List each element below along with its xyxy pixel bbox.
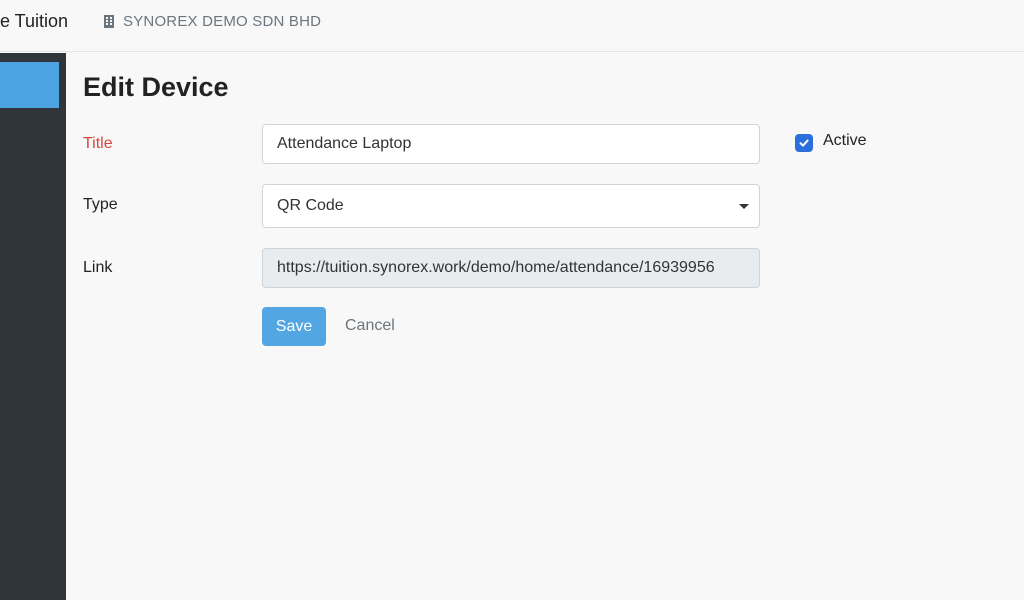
sidebar-active-item[interactable] [0,62,59,108]
building-icon [104,15,114,28]
company-name: SYNOREX DEMO SDN BHD [123,13,322,30]
link-input[interactable]: https://tuition.synorex.work/demo/home/a… [262,248,760,288]
save-button[interactable]: Save [262,307,326,346]
title-input-value: Attendance Laptop [277,135,412,152]
link-input-value: https://tuition.synorex.work/demo/home/a… [277,259,715,276]
title-label: Title [83,135,113,152]
title-input[interactable]: Attendance Laptop [262,124,760,164]
sidebar [0,53,66,600]
type-select-value: QR Code [277,197,344,214]
active-label[interactable]: Active [823,132,867,150]
page-title: Edit Device [83,72,229,102]
app-name[interactable]: e Tuition [0,11,68,32]
cancel-button[interactable]: Cancel [345,317,395,335]
top-bar: e Tuition SYNOREX DEMO SDN BHD [0,0,1024,52]
active-checkbox[interactable] [795,134,813,152]
company-selector[interactable]: SYNOREX DEMO SDN BHD [104,13,321,30]
type-select[interactable]: QR Code [262,184,760,228]
link-label: Link [83,259,113,276]
type-label: Type [83,196,118,213]
caret-down-icon [739,204,749,209]
check-icon [799,139,809,147]
main-content: Edit Device Title Attendance Laptop Acti… [66,53,1024,600]
